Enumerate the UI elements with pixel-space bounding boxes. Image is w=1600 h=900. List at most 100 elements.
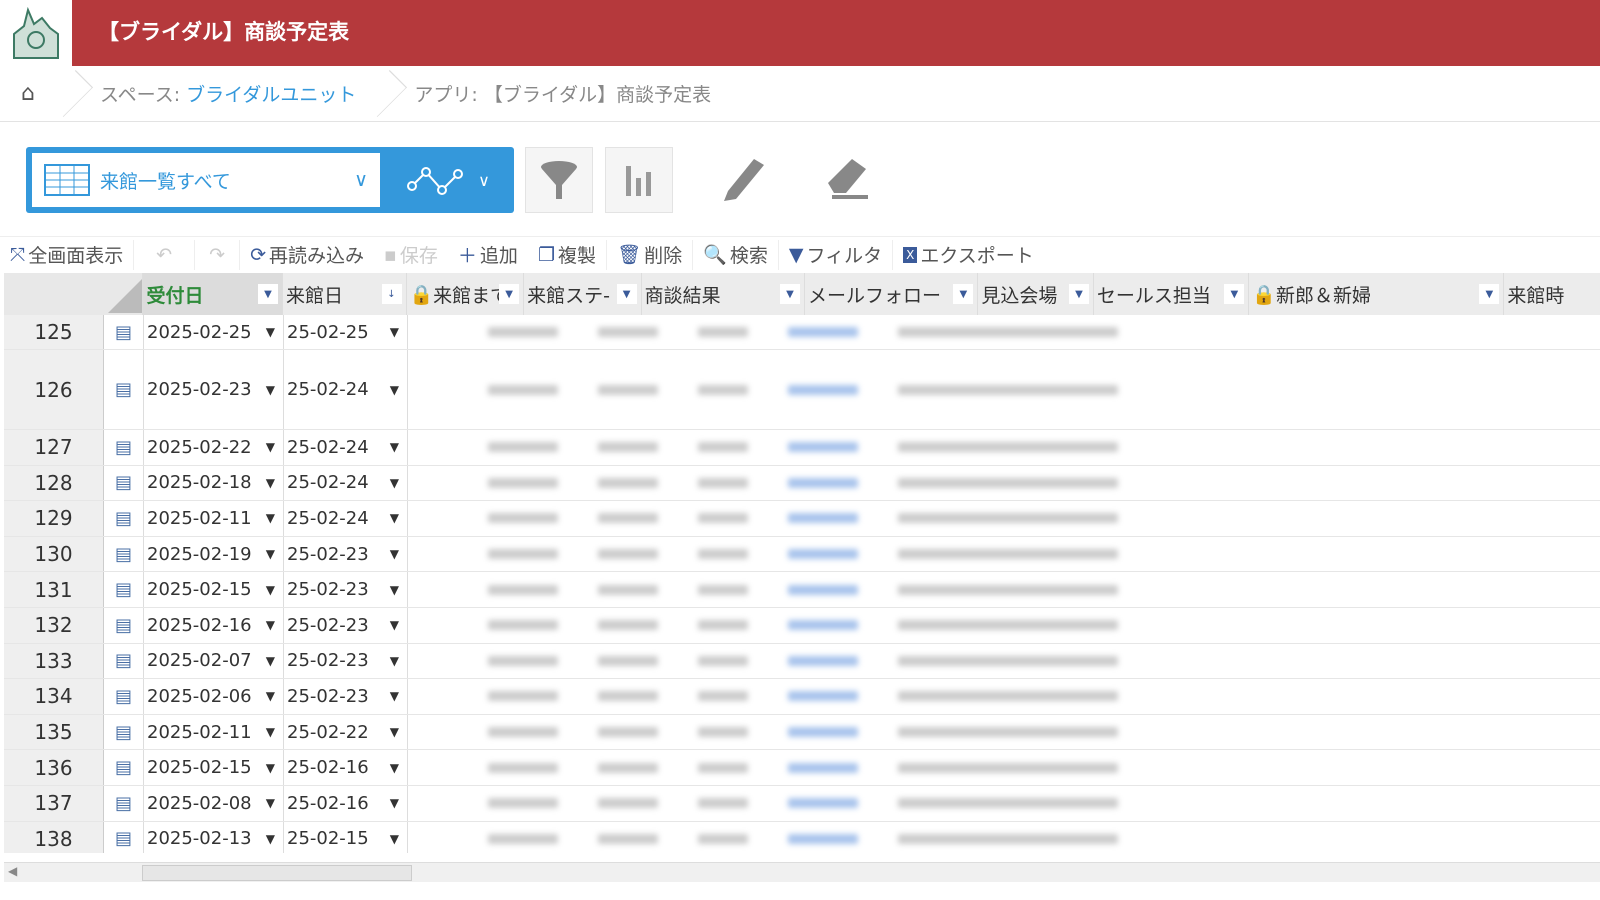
dropdown-arrow-icon[interactable]: ▼	[390, 689, 399, 703]
table-row[interactable]: 137 ▤ 2025-02-08 ▼ 25-02-16 ▼	[4, 786, 1600, 822]
row-number[interactable]: 127	[4, 430, 104, 465]
dropdown-arrow-icon[interactable]: ▼	[390, 761, 399, 775]
graph-menu-button[interactable]: ∨	[388, 157, 508, 203]
redo-button[interactable]: ↷	[195, 239, 241, 270]
visit-date-cell[interactable]: 25-02-24 ▼	[284, 430, 408, 465]
copy-button[interactable]: ❐ 複製	[528, 239, 607, 270]
dropdown-arrow-icon[interactable]: ▼	[266, 654, 275, 668]
record-detail-icon[interactable]: ▤	[104, 679, 144, 714]
table-row[interactable]: 131 ▤ 2025-02-15 ▼ 25-02-23 ▼	[4, 572, 1600, 608]
dropdown-arrow-icon[interactable]: ▼	[266, 547, 275, 561]
dropdown-arrow-icon[interactable]: ▼	[266, 832, 275, 846]
scrollbar-thumb[interactable]	[142, 865, 412, 881]
visit-date-cell[interactable]: 25-02-24 ▼	[284, 350, 408, 429]
received-date-cell[interactable]: 2025-02-16 ▼	[144, 608, 284, 643]
search-button[interactable]: 🔍 検索	[693, 239, 779, 270]
reload-button[interactable]: ⟳ 再読み込み	[240, 240, 374, 270]
row-number[interactable]: 137	[4, 786, 104, 821]
dropdown-arrow-icon[interactable]: ▼	[266, 383, 275, 397]
dropdown-arrow-icon[interactable]: ▼	[266, 618, 275, 632]
filter-button[interactable]: ▼ フィルタ	[779, 239, 894, 270]
row-number[interactable]: 136	[4, 750, 104, 785]
table-row[interactable]: 133 ▤ 2025-02-07 ▼ 25-02-23 ▼	[4, 643, 1600, 680]
dropdown-arrow-icon[interactable]: ▼	[390, 547, 399, 561]
column-header[interactable]: 🔒 来館まで ▼	[407, 273, 525, 315]
column-header[interactable]: 商談結果 ▼	[642, 273, 806, 315]
row-number[interactable]: 134	[4, 679, 104, 714]
record-detail-icon[interactable]: ▤	[104, 572, 144, 607]
row-number[interactable]: 131	[4, 572, 104, 607]
undo-button[interactable]: ↶	[134, 239, 196, 270]
table-row[interactable]: 125 ▤ 2025-02-25 ▼ 25-02-25 ▼	[4, 315, 1600, 350]
column-header[interactable]: セールス担当 ▼	[1094, 273, 1250, 315]
dropdown-arrow-icon[interactable]: ▼	[390, 832, 399, 846]
scroll-left-icon[interactable]: ◀	[8, 864, 17, 878]
received-date-cell[interactable]: 2025-02-13 ▼	[144, 821, 284, 853]
fullscreen-button[interactable]: ⤧ 全画面表示	[0, 239, 135, 270]
filter-view-button[interactable]	[525, 147, 593, 213]
add-button[interactable]: ＋追加	[448, 240, 528, 270]
sort-icon[interactable]: ↓	[381, 284, 402, 304]
column-header[interactable]: 🔒 新郎＆新婦 ▼	[1249, 273, 1505, 315]
dropdown-arrow-icon[interactable]: ▼	[266, 725, 275, 739]
dropdown-icon[interactable]: ▼	[257, 284, 278, 304]
record-detail-icon[interactable]: ▤	[104, 608, 144, 643]
record-detail-icon[interactable]: ▤	[104, 430, 144, 465]
table-row[interactable]: 130 ▤ 2025-02-19 ▼ 25-02-23 ▼	[4, 536, 1600, 573]
received-date-cell[interactable]: 2025-02-11 ▼	[144, 501, 284, 536]
table-row[interactable]: 136 ▤ 2025-02-15 ▼ 25-02-16 ▼	[4, 750, 1600, 786]
record-detail-icon[interactable]: ▤	[104, 465, 144, 501]
dropdown-icon[interactable]: ▼	[499, 284, 520, 304]
column-header[interactable]: 来館時	[1504, 273, 1600, 315]
dropdown-arrow-icon[interactable]: ▼	[266, 689, 275, 703]
row-number[interactable]: 138	[4, 821, 104, 853]
visit-date-cell[interactable]: 25-02-23 ▼	[284, 643, 408, 679]
dropdown-arrow-icon[interactable]: ▼	[390, 440, 399, 454]
table-row[interactable]: 129 ▤ 2025-02-11 ▼ 25-02-24 ▼	[4, 501, 1600, 537]
row-number[interactable]: 130	[4, 536, 104, 572]
visit-date-cell[interactable]: 25-02-23 ▼	[284, 572, 408, 607]
table-row[interactable]: 138 ▤ 2025-02-13 ▼ 25-02-15 ▼	[4, 821, 1600, 853]
received-date-cell[interactable]: 2025-02-19 ▼	[144, 536, 284, 572]
visit-date-cell[interactable]: 25-02-23 ▼	[284, 679, 408, 714]
space-link[interactable]: ブライダルユニット	[186, 84, 356, 106]
visit-date-cell[interactable]: 25-02-15 ▼	[284, 821, 408, 853]
row-number[interactable]: 126	[4, 350, 104, 429]
corner-cell[interactable]	[4, 273, 144, 315]
dropdown-icon[interactable]: ▼	[616, 284, 637, 304]
record-detail-icon[interactable]: ▤	[104, 786, 144, 821]
row-number[interactable]: 125	[4, 315, 104, 349]
record-detail-icon[interactable]: ▤	[104, 643, 144, 679]
table-row[interactable]: 132 ▤ 2025-02-16 ▼ 25-02-23 ▼	[4, 608, 1600, 644]
column-header[interactable]: メールフォロー ▼	[805, 273, 979, 315]
dropdown-arrow-icon[interactable]: ▼	[390, 383, 399, 397]
received-date-cell[interactable]: 2025-02-08 ▼	[144, 786, 284, 821]
dropdown-arrow-icon[interactable]: ▼	[266, 325, 275, 339]
save-button[interactable]: ▪ 保存	[374, 240, 448, 270]
dropdown-arrow-icon[interactable]: ▼	[266, 440, 275, 454]
dropdown-arrow-icon[interactable]: ▼	[266, 476, 275, 490]
edit-button[interactable]	[720, 155, 768, 207]
visit-date-cell[interactable]: 25-02-16 ▼	[284, 750, 408, 785]
received-date-cell[interactable]: 2025-02-06 ▼	[144, 679, 284, 714]
visit-date-cell[interactable]: 25-02-22 ▼	[284, 714, 408, 750]
dropdown-arrow-icon[interactable]: ▼	[390, 796, 399, 810]
column-header[interactable]: 来館日 ↓	[283, 273, 407, 315]
row-number[interactable]: 132	[4, 608, 104, 643]
dropdown-arrow-icon[interactable]: ▼	[390, 654, 399, 668]
received-date-cell[interactable]: 2025-02-23 ▼	[144, 350, 284, 429]
table-row[interactable]: 134 ▤ 2025-02-06 ▼ 25-02-23 ▼	[4, 679, 1600, 715]
received-date-cell[interactable]: 2025-02-22 ▼	[144, 430, 284, 465]
row-number[interactable]: 129	[4, 501, 104, 536]
dropdown-arrow-icon[interactable]: ▼	[390, 476, 399, 490]
table-row[interactable]: 135 ▤ 2025-02-11 ▼ 25-02-22 ▼	[4, 714, 1600, 751]
row-number[interactable]: 135	[4, 714, 104, 750]
dropdown-icon[interactable]: ▼	[1224, 284, 1245, 304]
dropdown-arrow-icon[interactable]: ▼	[266, 796, 275, 810]
dropdown-arrow-icon[interactable]: ▼	[266, 761, 275, 775]
logo[interactable]	[0, 0, 72, 66]
dropdown-arrow-icon[interactable]: ▼	[266, 583, 275, 597]
record-detail-icon[interactable]: ▤	[104, 821, 144, 853]
record-detail-icon[interactable]: ▤	[104, 536, 144, 572]
dropdown-arrow-icon[interactable]: ▼	[390, 725, 399, 739]
